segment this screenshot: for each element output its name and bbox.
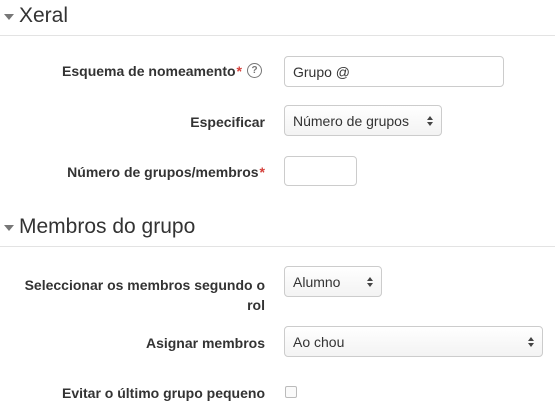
naming-scheme-label: Esquema de nomeamento* [62, 63, 242, 79]
select-arrows-icon [427, 115, 433, 126]
specify-selected-value: Número de grupos [293, 112, 409, 129]
prevent-small-label-text: Evitar o último grupo pequeno [62, 385, 265, 401]
role-label-line2: rol [247, 297, 265, 313]
section-title: Xeral [19, 4, 69, 27]
group-count-label-text: Número de grupos/membros [67, 164, 259, 180]
section-header-xeral[interactable]: Xeral [0, 4, 68, 28]
role-label-line1: Seleccionar os membros segundo o [24, 277, 265, 293]
prevent-small-label: Evitar o último grupo pequeno [62, 385, 265, 401]
divider [0, 246, 555, 247]
role-select[interactable]: Alumno [284, 266, 382, 297]
specify-label-text: Especificar [190, 114, 265, 130]
collapse-triangle-icon [4, 225, 14, 231]
section-title: Membros do grupo [19, 215, 196, 238]
prevent-small-checkbox[interactable] [285, 386, 297, 398]
role-label: Seleccionar os membros segundo o rol [25, 275, 265, 315]
collapse-triangle-icon [4, 14, 14, 20]
naming-scheme-input[interactable]: Grupo @ [284, 56, 504, 87]
group-count-label: Número de grupos/membros* [67, 164, 265, 180]
specify-select[interactable]: Número de grupos [284, 105, 442, 136]
allocate-label-text: Asignar membros [145, 335, 265, 351]
naming-scheme-label-text: Esquema de nomeamento [62, 63, 236, 79]
naming-scheme-value: Grupo @ [293, 63, 351, 80]
required-marker: * [259, 164, 265, 180]
role-selected-value: Alumno [293, 273, 341, 290]
section-header-membros[interactable]: Membros do grupo [0, 215, 195, 239]
help-icon[interactable]: ? [247, 63, 262, 78]
allocate-select[interactable]: Ao chou [284, 326, 543, 357]
required-marker: * [236, 63, 242, 79]
select-arrows-icon [367, 276, 373, 287]
allocate-selected-value: Ao chou [293, 333, 345, 350]
divider [0, 35, 555, 36]
group-count-input[interactable] [284, 156, 357, 186]
select-arrows-icon [528, 336, 534, 347]
specify-label: Especificar [190, 114, 265, 130]
allocate-label: Asignar membros [146, 335, 265, 351]
